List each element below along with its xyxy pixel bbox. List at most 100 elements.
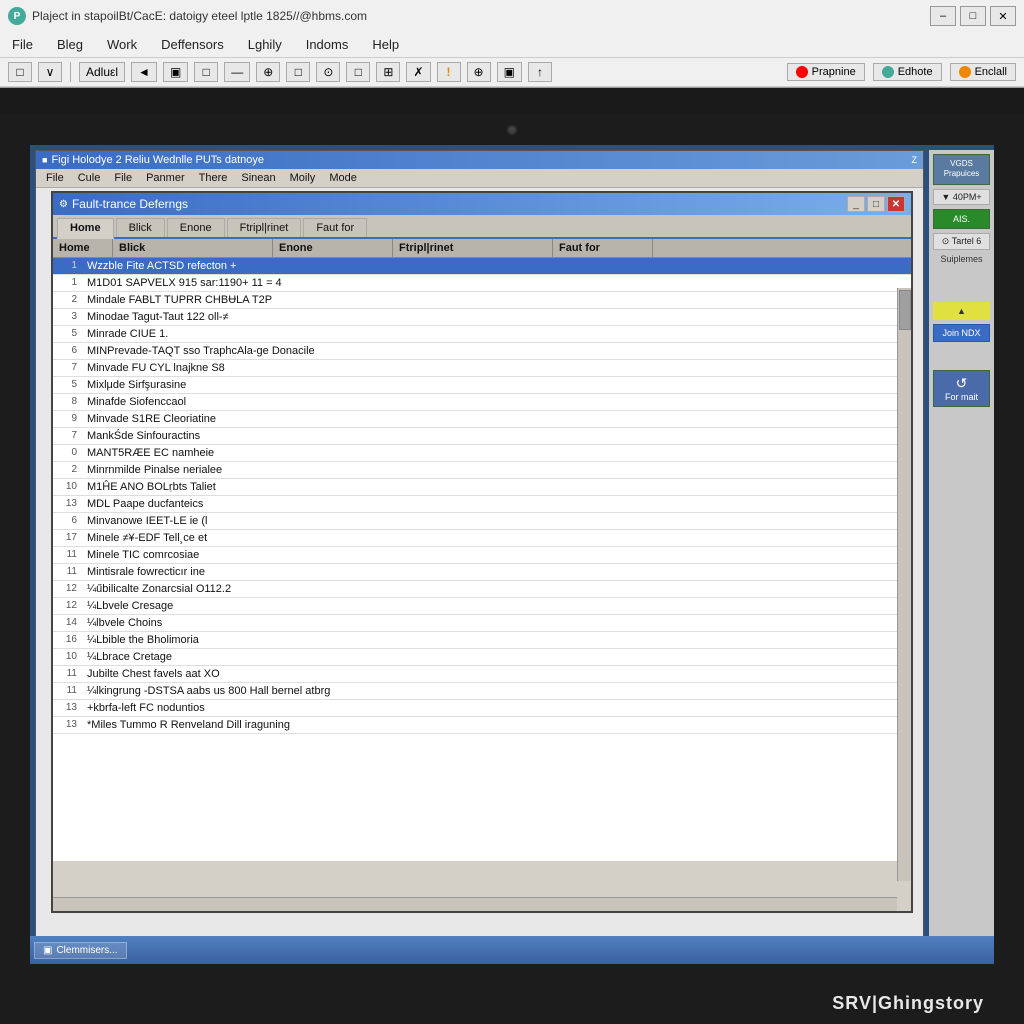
menu-file[interactable]: File	[8, 35, 37, 54]
monitor-area: ■ Figi Holodye 2 Reliu Wednlle PUTs datn…	[0, 115, 1024, 1024]
tb-btn-8[interactable]: □	[286, 62, 310, 82]
srv-brand: SRV|Ghingstory	[832, 993, 984, 1014]
enclall-btn[interactable]: Enclall	[950, 63, 1016, 81]
app-menu-mode[interactable]: Mode	[323, 171, 363, 185]
screen-taskbar: ▣ Clemmisers...	[30, 936, 994, 964]
table-row[interactable]: 11¼lkingrung -DSTSA aabs us 800 Hall ber…	[53, 683, 911, 700]
tb-btn-10[interactable]: □	[346, 62, 370, 82]
tb-btn-6[interactable]: —	[224, 62, 250, 82]
table-row[interactable]: 13*Miles Tummo R Renveland Dill iragunin…	[53, 717, 911, 734]
tab-enone[interactable]: Enone	[167, 218, 225, 237]
suiplemes-label: Suiplemes	[933, 254, 990, 264]
maximize-button[interactable]: □	[960, 6, 986, 26]
join-ndx-btn[interactable]: Join NDX	[933, 324, 990, 342]
row-num: 11	[53, 548, 83, 562]
dialog-tabs: Home Blick Enone Ftripl|rinet Faut for	[53, 215, 911, 239]
table-row[interactable]: 11Jubilte Chest favels aat XO	[53, 666, 911, 683]
col-blick: Blick	[113, 239, 273, 257]
table-row[interactable]: 2Mindale FABLT TUPRR CHBɄLA T2P	[53, 292, 911, 309]
edhote-btn[interactable]: Edhote	[873, 63, 942, 81]
dialog-min-button[interactable]: _	[847, 196, 865, 212]
dialog-max-button[interactable]: □	[867, 196, 885, 212]
dialog-scrollbar[interactable]	[897, 288, 911, 881]
tb-adluel[interactable]: Adluεl	[79, 62, 125, 82]
app-menu-file2[interactable]: File	[108, 171, 138, 185]
table-row[interactable]: 16¼Lbible the Bholimoria	[53, 632, 911, 649]
tb-btn-5[interactable]: □	[194, 62, 218, 82]
warning-btn[interactable]: ▲	[933, 302, 990, 320]
menu-bleg[interactable]: Bleg	[53, 35, 87, 54]
menu-help[interactable]: Help	[368, 35, 403, 54]
table-row[interactable]: 1Wzzble Fite ACTSD refecton +	[53, 258, 911, 275]
table-row[interactable]: 3Minodae Tagut-Taut 122 oll-≠	[53, 309, 911, 326]
row-num: 5	[53, 327, 83, 341]
row-num: 11	[53, 667, 83, 681]
tb-btn-7[interactable]: ⊕	[256, 62, 280, 82]
app-menu-sinean[interactable]: Sinean	[235, 171, 281, 185]
table-row[interactable]: 2Minrnmilde Pinalse nerialee	[53, 462, 911, 479]
table-row[interactable]: 10¼Lbrace Cretage	[53, 649, 911, 666]
table-row[interactable]: 5Minrade CIUE 1.	[53, 326, 911, 343]
menu-indoms[interactable]: Indoms	[302, 35, 353, 54]
tb-btn-3[interactable]: ◄	[131, 62, 157, 82]
row-desc: Minele ≠¥-EDF Tell¸ce et	[83, 531, 911, 545]
tab-faut[interactable]: Faut for	[303, 218, 367, 237]
ais-btn[interactable]: AIS.	[933, 209, 990, 229]
menu-work[interactable]: Work	[103, 35, 141, 54]
table-row[interactable]: 10M1ĤE ANO BOLṛbts Taliet	[53, 479, 911, 496]
table-row[interactable]: 5Mixlμde Sirfşurasine	[53, 377, 911, 394]
app-menu-there[interactable]: There	[193, 171, 234, 185]
table-row[interactable]: 9Minvade S1RE Cleoriatine	[53, 411, 911, 428]
row-desc: Jubilte Chest favels aat XO	[83, 667, 911, 681]
table-row[interactable]: 13MDL Paape ducfanteics	[53, 496, 911, 513]
dialog-icon: ⚙	[59, 199, 68, 210]
table-row[interactable]: 13+kbrfa-left FC noduntios	[53, 700, 911, 717]
table-row[interactable]: 1M1D01 SAPVELX 915 sar:1190+ 11 = 4	[53, 275, 911, 292]
tb-btn-12[interactable]: ✗	[406, 62, 430, 82]
title-bar: P Plaject in stapoilBt/CacE: datoigy ete…	[0, 0, 1024, 32]
table-row[interactable]: 0MANT5RÆE EC namheie	[53, 445, 911, 462]
app-menu-panmer[interactable]: Panmer	[140, 171, 191, 185]
app-max-icon[interactable]: Z	[912, 155, 918, 165]
app-menu-cule[interactable]: Cule	[72, 171, 107, 185]
close-button[interactable]: ✕	[990, 6, 1016, 26]
table-row[interactable]: 17Minele ≠¥-EDF Tell¸ce et	[53, 530, 911, 547]
table-row[interactable]: 7Minvade FU CYL lnajkne S8	[53, 360, 911, 377]
table-row[interactable]: 12¼űbilicalte Zonarcsial O112.2	[53, 581, 911, 598]
tb-btn-0[interactable]: □	[8, 62, 32, 82]
tab-home[interactable]: Home	[57, 218, 114, 239]
tab-ftripl[interactable]: Ftripl|rinet	[227, 218, 302, 237]
tab-blick[interactable]: Blick	[116, 218, 165, 237]
bottom-scrollbar[interactable]	[53, 897, 897, 911]
app-menu-file[interactable]: File	[40, 171, 70, 185]
table-row[interactable]: 6Minvanowe IEET-LE ie (l	[53, 513, 911, 530]
tartel-value: Tartel 6	[952, 236, 982, 246]
tb-btn-4[interactable]: ▣	[163, 62, 188, 82]
tb-btn-15[interactable]: ▣	[497, 62, 522, 82]
table-row[interactable]: 11Minele TIC comrcosiae	[53, 547, 911, 564]
menu-deffensors[interactable]: Deffensors	[157, 35, 228, 54]
table-row[interactable]: 11Mintisrale fowrecticır ine	[53, 564, 911, 581]
table-row[interactable]: 6MINPrevade-TAQT sso TraphcAla-ge Donaci…	[53, 343, 911, 360]
minimize-button[interactable]: –	[930, 6, 956, 26]
table-row[interactable]: 8Minafde Siofenccaol	[53, 394, 911, 411]
for-mait-btn[interactable]: ↺ For mait	[933, 370, 990, 407]
taskbar-item-0[interactable]: ▣ Clemmisers...	[34, 942, 127, 959]
table-row[interactable]: 14¼lbvele Choins	[53, 615, 911, 632]
table-row[interactable]: 12¼Lbvele Cresage	[53, 598, 911, 615]
vgds-btn[interactable]: VGDS Prap­uices	[933, 154, 990, 185]
dialog-close-button[interactable]: ✕	[887, 196, 905, 212]
row-desc: MDL Paape ducfanteics	[83, 497, 911, 511]
tb-btn-9[interactable]: ⊙	[316, 62, 340, 82]
tb-btn-11[interactable]: ⊞	[376, 62, 400, 82]
menu-lghily[interactable]: Lghily	[244, 35, 286, 54]
table-row[interactable]: 7MankŚde Sinfouractins	[53, 428, 911, 445]
tb-btn-14[interactable]: ⊕	[467, 62, 491, 82]
tb-btn-16[interactable]: ↑	[528, 62, 552, 82]
tb-btn-1[interactable]: ∨	[38, 62, 62, 82]
scrollbar-thumb[interactable]	[899, 290, 911, 330]
app-menu-moily[interactable]: Moily	[284, 171, 322, 185]
fault-list[interactable]: 1Wzzble Fite ACTSD refecton +1M1D01 SAPV…	[53, 258, 911, 861]
tb-btn-13[interactable]: !	[437, 62, 461, 82]
prapnine-btn[interactable]: Prapnine	[787, 63, 865, 81]
